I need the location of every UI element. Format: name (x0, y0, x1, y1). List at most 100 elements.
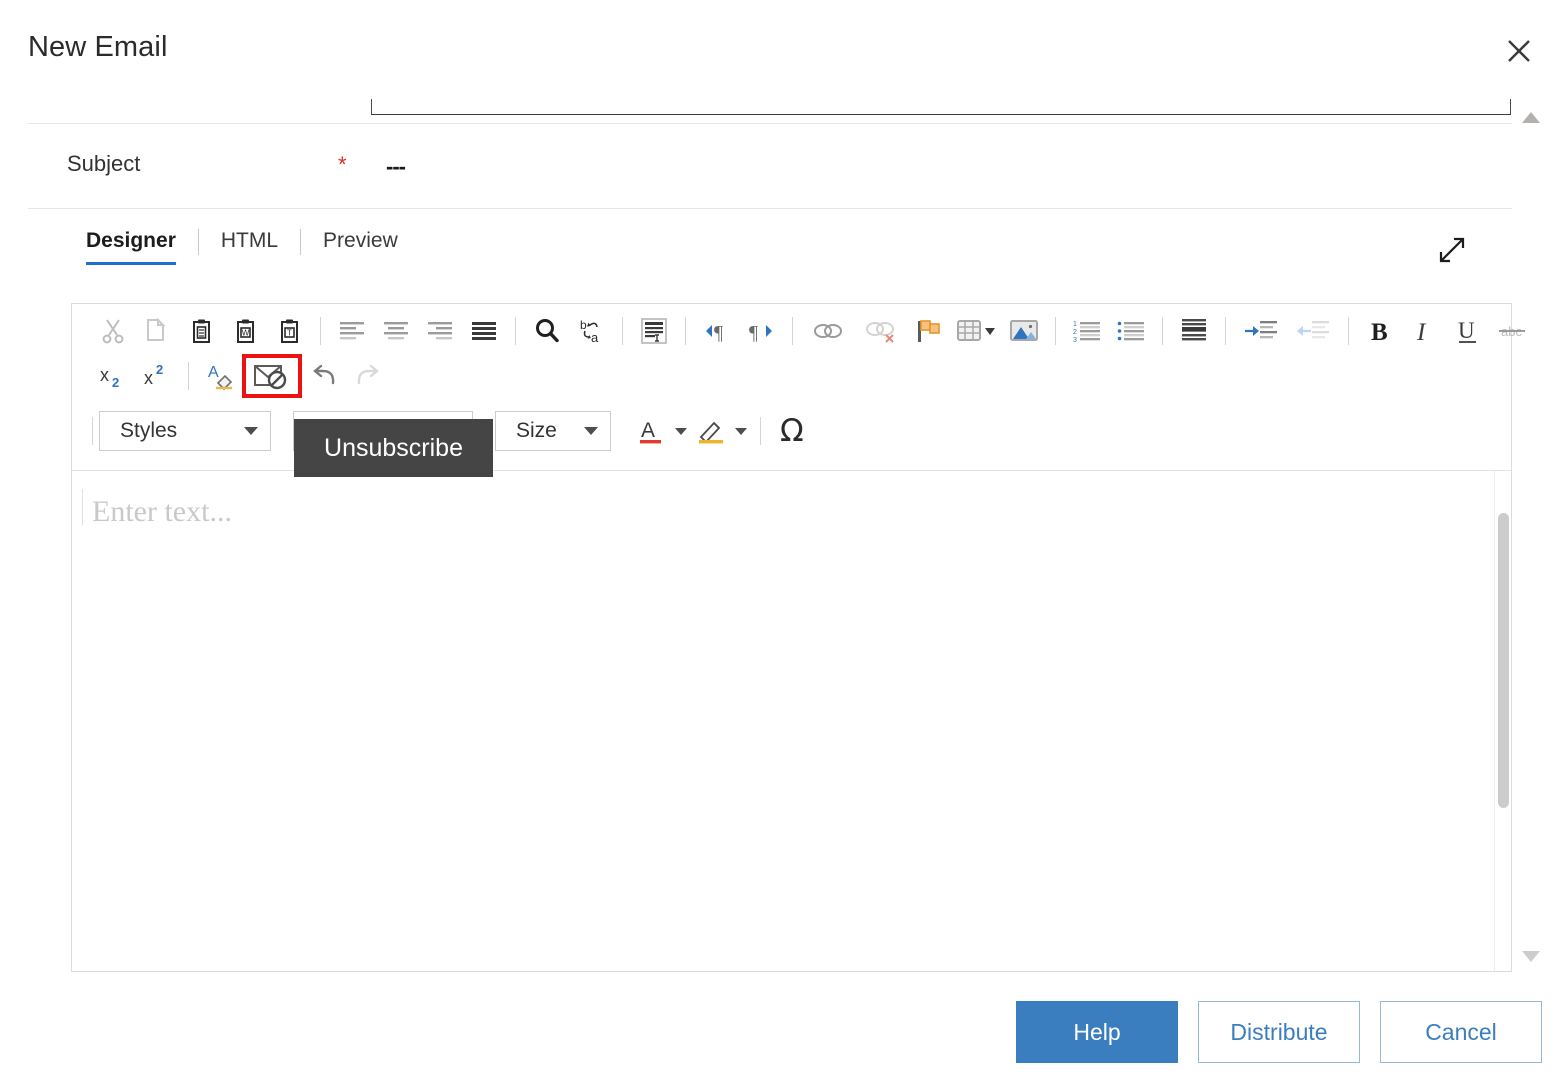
remove-format-icon[interactable]: A (198, 356, 242, 396)
distribute-button[interactable]: Distribute (1198, 1001, 1360, 1063)
toolbar-divider (622, 317, 623, 345)
svg-text:A: A (208, 364, 219, 381)
table-icon[interactable] (950, 311, 1002, 351)
special-character-icon[interactable]: Ω (770, 415, 814, 447)
close-icon[interactable] (1496, 28, 1542, 74)
italic-icon[interactable]: I (1402, 311, 1446, 351)
svg-text:2: 2 (1073, 329, 1077, 336)
toolbar-divider (515, 317, 516, 345)
tab-preview[interactable]: Preview (323, 228, 420, 265)
size-dropdown-label: Size (516, 419, 557, 442)
select-all-icon[interactable] (632, 311, 676, 351)
find-icon[interactable] (525, 311, 569, 351)
svg-text:x: x (144, 368, 153, 388)
chevron-down-icon (584, 427, 598, 435)
decrease-indent-icon[interactable] (1287, 311, 1339, 351)
svg-text:a: a (591, 330, 599, 345)
toolbar-row-2: x 2 x 2 A (72, 352, 1511, 400)
svg-text:2: 2 (156, 362, 163, 377)
redo-icon[interactable] (346, 356, 390, 396)
scroll-up-arrow-icon[interactable] (1522, 112, 1540, 123)
paste-icon[interactable] (179, 311, 223, 351)
toolbar-divider (792, 317, 793, 345)
underline-icon[interactable]: U (1446, 311, 1490, 351)
subject-required-marker: * (338, 152, 347, 177)
unsubscribe-icon[interactable] (242, 354, 302, 398)
dialog-scrollbar[interactable] (1518, 112, 1542, 962)
rich-text-editor: W T b a ¶ ¶ 1 2 3 B I U abc x 2 x 2 A St… (71, 303, 1525, 972)
superscript-icon[interactable]: x 2 (135, 356, 179, 396)
link-icon[interactable] (802, 311, 854, 351)
svg-text:W: W (241, 328, 249, 337)
numbered-list-icon[interactable]: 1 2 3 (1065, 311, 1109, 351)
bold-icon[interactable]: B (1358, 311, 1402, 351)
copy-icon[interactable] (135, 311, 179, 351)
tab-designer[interactable]: Designer (86, 228, 198, 265)
increase-indent-icon[interactable] (1235, 311, 1287, 351)
svg-text:b: b (580, 318, 587, 332)
text-caret (82, 489, 83, 525)
toolbar-row-3: Styles Font Size A Ω (72, 400, 1511, 462)
scroll-down-arrow-icon[interactable] (1522, 951, 1540, 962)
toolbar-divider (188, 362, 189, 390)
toolbar-divider (1055, 317, 1056, 345)
body-placeholder: Enter text... (92, 495, 232, 528)
text-direction-ltr-icon[interactable]: ¶ (695, 311, 739, 351)
chevron-down-icon (244, 427, 258, 435)
paste-as-plain-text-icon[interactable]: T (267, 311, 311, 351)
svg-text:x: x (100, 365, 109, 385)
cut-icon[interactable] (91, 311, 135, 351)
dialog-footer: Help Distribute Cancel (0, 977, 1560, 1087)
editor-scrollbar[interactable] (1494, 471, 1511, 971)
bulleted-list-icon[interactable] (1109, 311, 1153, 351)
font-dropdown-label: Font (314, 419, 357, 442)
styles-dropdown[interactable]: Styles (99, 411, 271, 451)
subject-value[interactable]: --- (386, 154, 406, 180)
toolbar-divider (685, 317, 686, 345)
chevron-down-icon (735, 427, 747, 435)
paste-from-word-icon[interactable]: W (223, 311, 267, 351)
anchor-icon[interactable] (906, 311, 950, 351)
svg-text:¶: ¶ (749, 322, 758, 344)
subject-row: Subject * --- (0, 124, 1512, 208)
svg-text:3: 3 (1073, 337, 1077, 343)
toolbar-divider (1348, 317, 1349, 345)
svg-text:U: U (1458, 318, 1475, 343)
subscript-icon[interactable]: x 2 (91, 356, 135, 396)
size-dropdown[interactable]: Size (495, 411, 611, 451)
block-quote-icon[interactable] (1172, 311, 1216, 351)
editor-scrollbar-thumb[interactable] (1498, 513, 1509, 808)
highlight-color-icon[interactable] (691, 409, 751, 453)
svg-text:1: 1 (1073, 321, 1077, 328)
align-left-icon[interactable] (330, 311, 374, 351)
svg-text:T: T (287, 328, 292, 337)
text-direction-rtl-icon[interactable]: ¶ (739, 311, 783, 351)
toolbar-divider (760, 417, 761, 445)
partial-input-field-above[interactable] (371, 99, 1511, 115)
unlink-icon[interactable] (854, 311, 906, 351)
help-button[interactable]: Help (1016, 1001, 1178, 1063)
editor-toolbar: W T b a ¶ ¶ 1 2 3 B I U abc x 2 x 2 A St… (72, 304, 1525, 471)
justify-icon[interactable] (462, 311, 506, 351)
replace-icon[interactable]: b a (569, 311, 613, 351)
align-right-icon[interactable] (418, 311, 462, 351)
tab-html[interactable]: HTML (221, 228, 300, 265)
toolbar-divider (320, 317, 321, 345)
cancel-button[interactable]: Cancel (1380, 1001, 1542, 1063)
svg-text:2: 2 (112, 375, 119, 390)
email-body-editor[interactable]: Enter text... (72, 471, 1511, 971)
expand-diagonal-icon[interactable] (1432, 230, 1472, 270)
align-center-icon[interactable] (374, 311, 418, 351)
divider-subject-bottom (28, 208, 1512, 209)
undo-icon[interactable] (302, 356, 346, 396)
subject-label: Subject (67, 151, 141, 176)
text-color-icon[interactable]: A (633, 409, 691, 453)
svg-text:¶: ¶ (714, 322, 723, 344)
svg-text:B: B (1371, 319, 1388, 345)
svg-text:A: A (641, 419, 655, 442)
page-title: New Email (28, 31, 168, 63)
image-icon[interactable] (1002, 311, 1046, 351)
tab-divider (197, 229, 199, 255)
font-dropdown[interactable]: Font (293, 411, 473, 451)
toolbar-row-1: W T b a ¶ ¶ 1 2 3 B I U abc (72, 304, 1525, 352)
